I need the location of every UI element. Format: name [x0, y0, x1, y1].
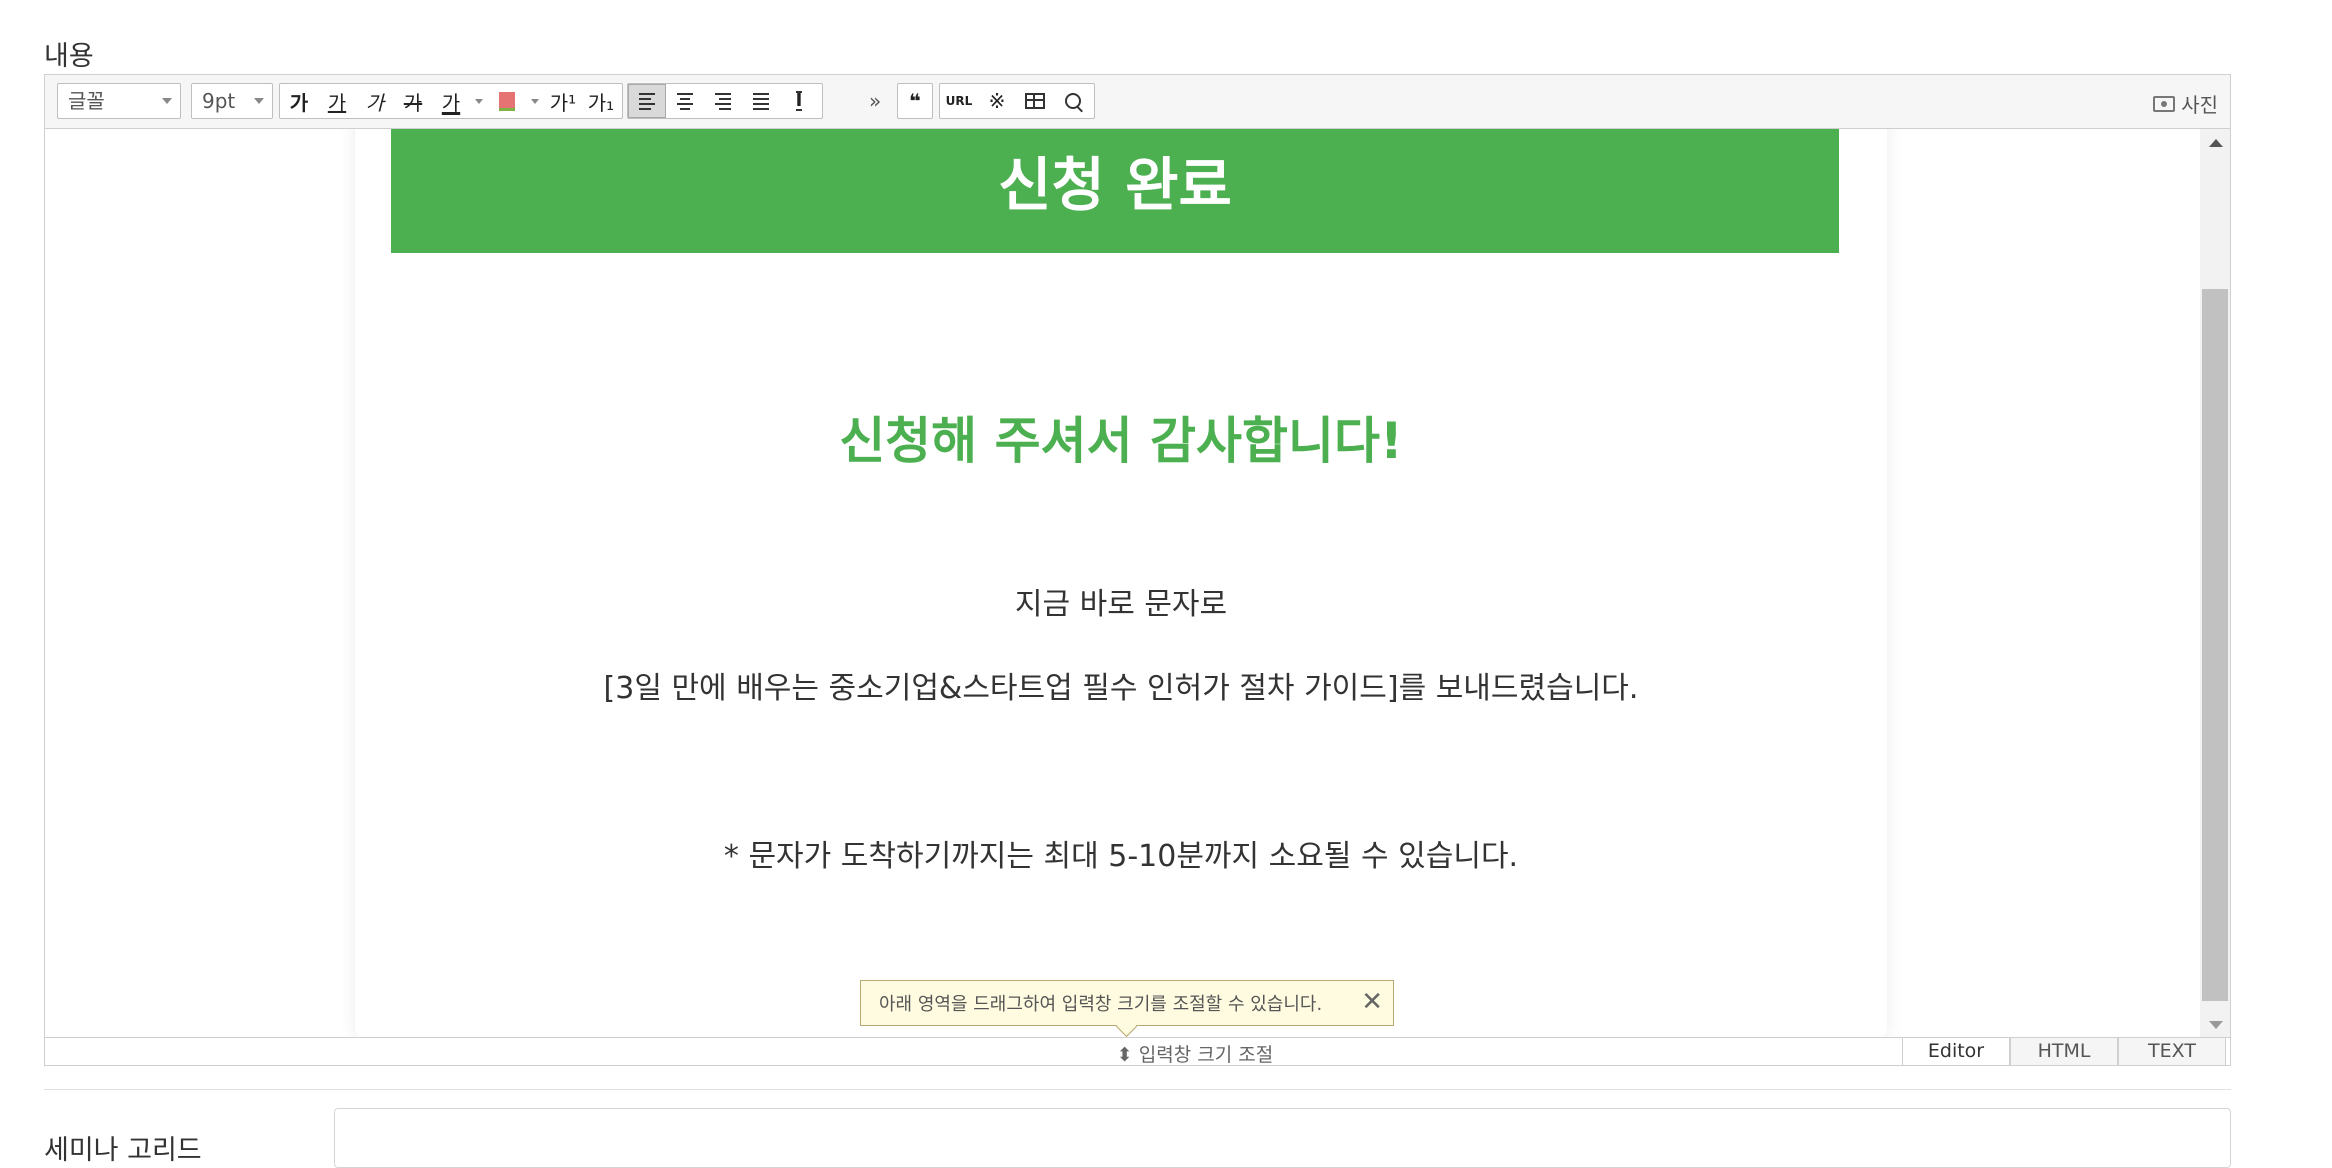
- close-icon[interactable]: ✕: [1361, 987, 1383, 1017]
- insert-group: URL ※: [939, 83, 1095, 119]
- superscript-button[interactable]: 가¹: [544, 84, 582, 118]
- section-divider: [44, 1089, 2231, 1090]
- special-char-button[interactable]: ※: [978, 84, 1016, 118]
- photo-label: 사진: [2181, 93, 2218, 117]
- align-left-icon: [639, 92, 655, 110]
- tab-text[interactable]: TEXT: [2118, 1037, 2226, 1065]
- quote-button[interactable]: ❝: [898, 84, 932, 118]
- subscript-button[interactable]: 가₁: [582, 84, 620, 118]
- chevron-down-icon: [475, 98, 483, 104]
- quote-group: ❝: [897, 83, 933, 119]
- resize-handle-label: ⬍ 입력창 크기 조절: [1116, 1044, 1274, 1066]
- resize-tooltip-text: 아래 영역을 드래그하여 입력창 크기를 조절할 수 있습니다.: [879, 994, 1323, 1015]
- align-right-icon: [715, 92, 731, 110]
- next-field-input[interactable]: [334, 1108, 2231, 1168]
- highlighter-icon: [499, 91, 515, 111]
- more-tools-button[interactable]: »: [869, 89, 881, 113]
- rich-text-editor: 글꼴 9pt 가 가 가 가 가 가¹ 가₁ I » ❝ URL ※ 사진 신청…: [44, 74, 2231, 1066]
- next-field-label: 세미나 고리드: [44, 1135, 202, 1166]
- highlight-button[interactable]: [488, 84, 526, 118]
- strikethrough-button[interactable]: 가: [394, 84, 432, 118]
- thanks-heading: 신청해 주셔서 감사합니다!: [839, 412, 1403, 470]
- guide-sent-line: [3일 만에 배우는 중소기업&스타트업 필수 인허가 절차 가이드]를 보내드…: [603, 671, 1639, 706]
- chevron-down-icon: [254, 98, 264, 104]
- scrollbar-thumb[interactable]: [2202, 289, 2228, 1001]
- chevron-down-icon: [531, 98, 539, 104]
- underline-button[interactable]: 가: [318, 84, 356, 118]
- text-color-dropdown[interactable]: [470, 84, 488, 118]
- font-size-select[interactable]: 9pt: [191, 83, 273, 119]
- table-button[interactable]: [1016, 84, 1054, 118]
- table-icon: [1025, 93, 1045, 109]
- sms-notice-line: 지금 바로 문자로: [1014, 587, 1228, 622]
- find-button[interactable]: [1054, 84, 1092, 118]
- resize-handle-bar[interactable]: ⬍ 입력창 크기 조절 Editor HTML TEXT: [45, 1037, 2230, 1066]
- editor-mode-tabs: Editor HTML TEXT: [1902, 1037, 2226, 1065]
- vertical-scrollbar[interactable]: [2200, 129, 2230, 1039]
- scroll-up-arrow-icon[interactable]: [2209, 139, 2223, 147]
- completion-banner: 신청 완료: [391, 129, 1839, 253]
- search-icon: [1065, 93, 1083, 113]
- editor-content-area[interactable]: 신청 완료 신청해 주셔서 감사합니다! 지금 바로 문자로 [3일 만에 배우…: [45, 129, 2201, 1039]
- align-justify-icon: [753, 92, 769, 110]
- field-label-content: 내용: [44, 41, 94, 72]
- tab-editor[interactable]: Editor: [1902, 1037, 2010, 1065]
- tab-html[interactable]: HTML: [2010, 1037, 2118, 1065]
- alignment-group: I: [627, 83, 823, 119]
- italic-button[interactable]: 가: [356, 84, 394, 118]
- align-center-button[interactable]: [666, 84, 704, 118]
- chevron-down-icon: [162, 98, 172, 104]
- resize-tooltip: 아래 영역을 드래그하여 입력창 크기를 조절할 수 있습니다. ✕: [860, 980, 1394, 1038]
- align-justify-button[interactable]: [742, 84, 780, 118]
- photo-upload-button[interactable]: 사진: [2153, 89, 2218, 118]
- document-card: 신청 완료 신청해 주셔서 감사합니다! 지금 바로 문자로 [3일 만에 배우…: [355, 129, 1887, 1039]
- url-button[interactable]: URL: [940, 84, 978, 118]
- bold-button[interactable]: 가: [280, 84, 318, 118]
- line-height-icon: I: [795, 90, 803, 111]
- align-right-button[interactable]: [704, 84, 742, 118]
- font-size-value: 9pt: [202, 89, 236, 113]
- align-left-button[interactable]: [628, 84, 666, 118]
- editor-toolbar: 글꼴 9pt 가 가 가 가 가 가¹ 가₁ I » ❝ URL ※ 사진: [45, 75, 2230, 129]
- text-color-button[interactable]: 가: [432, 84, 470, 118]
- camera-icon: [2153, 95, 2176, 112]
- font-family-select[interactable]: 글꼴: [57, 83, 181, 119]
- font-family-value: 글꼴: [68, 89, 105, 113]
- delivery-time-note: * 문자가 도착하기까지는 최대 5-10분까지 소요될 수 있습니다.: [723, 839, 1519, 874]
- align-center-icon: [677, 92, 693, 110]
- text-format-group: 가 가 가 가 가 가¹ 가₁: [279, 83, 623, 119]
- line-height-button[interactable]: I: [780, 84, 818, 118]
- highlight-dropdown[interactable]: [526, 84, 544, 118]
- scroll-down-arrow-icon[interactable]: [2209, 1021, 2223, 1029]
